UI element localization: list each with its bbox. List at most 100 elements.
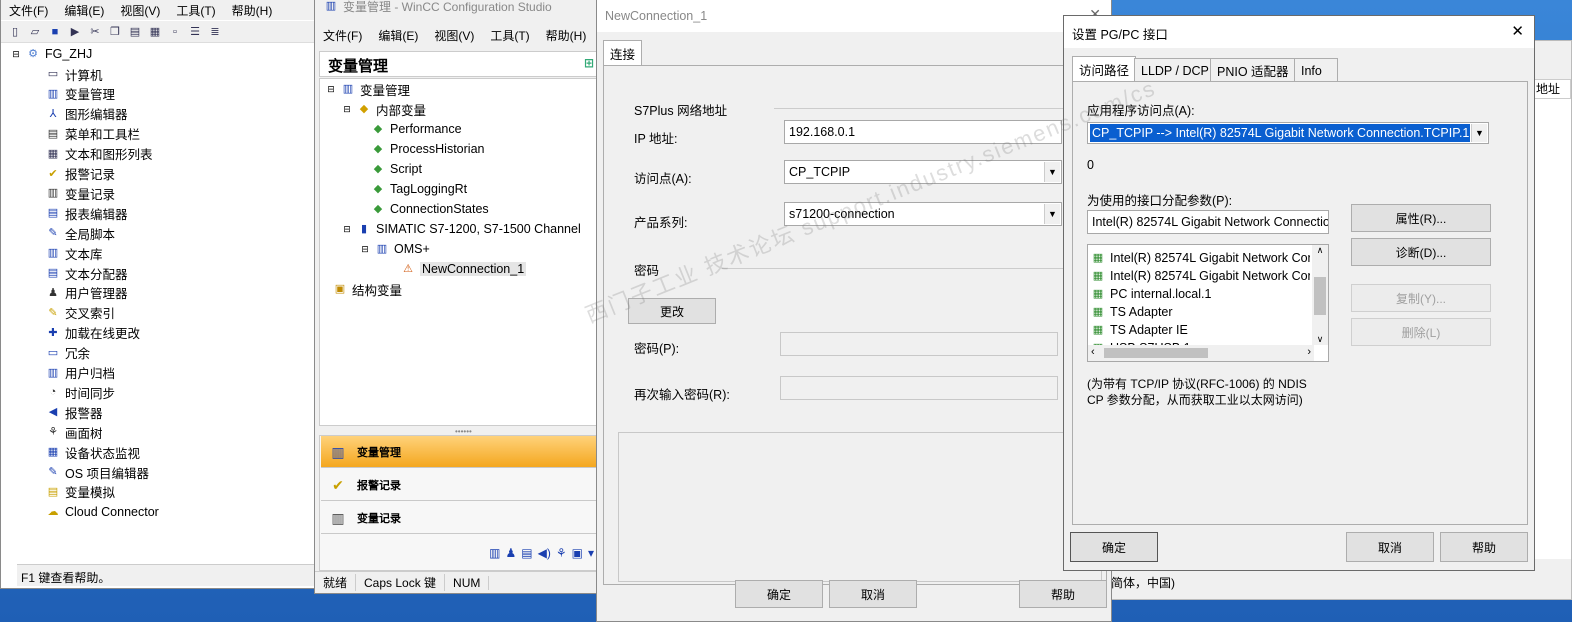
scroll-right-icon[interactable]: › [1307,346,1311,358]
diagnostics-button[interactable]: 诊断(D)... [1351,238,1491,266]
delete-button[interactable]: 删除(L) [1351,318,1491,346]
copy-icon[interactable]: ❐ [107,24,123,40]
ok-button[interactable]: 确定 [1070,532,1158,562]
stop-icon[interactable]: ■ [47,24,63,40]
editor-item[interactable]: ✔ 报警记录 [45,164,115,184]
chevron-down-icon[interactable]: ▼ [1471,124,1487,142]
tree-group-tagloggingrt[interactable]: ◆ TagLoggingRt [370,179,467,199]
tree-driver-s7plus[interactable]: ⊟ ▮ SIMATIC S7-1200, S7-1500 Channel [342,219,581,239]
details-icon[interactable]: ≣ [207,24,223,40]
menu-view[interactable]: 视图(V) [112,2,168,19]
editor-item[interactable]: ▦ 文本和图形列表 [45,144,153,164]
horn-shortcut-icon[interactable]: ◀) [538,546,551,560]
editor-item[interactable]: ▤ 变量模拟 [45,482,115,502]
close-icon[interactable]: ✕ [1511,22,1524,40]
interface-params-field[interactable]: Intel(R) 82574L Gigabit Network Connecti… [1087,210,1329,234]
scroll-down-icon[interactable]: ∨ [1312,334,1328,345]
tree-group-script[interactable]: ◆ Script [370,159,422,179]
new-icon[interactable]: ▯ [7,24,23,40]
paste-icon[interactable]: ▤ [127,24,143,40]
list-item[interactable]: ▦ TS Adapter IE [1090,321,1310,339]
interface-list[interactable]: ▦ Intel(R) 82574L Gigabit Network Connect… [1087,244,1329,362]
change-password-button[interactable]: 更改 [628,298,716,324]
editor-item[interactable]: ▤ 报表编辑器 [45,203,128,223]
editor-item[interactable]: ▥ 变量管理 [45,84,115,104]
tree-structure-tags[interactable]: ▣ 结构变量 [332,279,402,299]
password-confirm-field[interactable] [780,376,1058,400]
help-button[interactable]: 帮助 [1440,532,1528,562]
tree-connection-newconnection[interactable]: ⚠ NewConnection_1 [400,259,527,279]
editor-item[interactable]: ▥ 文本库 [45,243,103,263]
cancel-button[interactable]: 取消 [1346,532,1434,562]
menu-file[interactable]: 文件(F) [1,2,56,19]
nav-alarm-logging[interactable]: ✔ 报警记录 [321,469,599,501]
menu-help[interactable]: 帮助(H) [224,2,281,19]
tab-connection[interactable]: 连接 [603,40,643,66]
picture-shortcut-icon[interactable]: ▣ [572,546,583,560]
editor-item[interactable]: ▦ 设备状态监视 [45,442,140,462]
editor-item[interactable]: ▥ 用户归档 [45,363,115,383]
grid-shortcut-icon[interactable]: ▥ [489,546,500,560]
cs-menu-file[interactable]: 文件(F) [315,27,370,44]
tab-info[interactable]: Info [1294,58,1338,82]
users-shortcut-icon[interactable]: ♟ [506,546,517,560]
cs-menu-tools[interactable]: 工具(T) [482,27,537,44]
editor-item[interactable]: ♟ 用户管理器 [45,283,127,303]
editor-item[interactable]: ◀ 报警器 [45,402,103,422]
scroll-thumb[interactable] [1104,348,1208,358]
cut-icon[interactable]: ✂ [87,24,103,40]
editor-item[interactable]: ▭ 计算机 [45,64,103,84]
cs-menu-help[interactable]: 帮助(H) [538,27,595,44]
ip-address-field[interactable]: 192.168.0.1 [784,120,1062,144]
tab-pnio-adapter[interactable]: PNIO 适配器 [1210,58,1296,82]
password-field[interactable] [780,332,1058,356]
editor-item[interactable]: ☁ Cloud Connector [45,502,159,522]
ok-button[interactable]: 确定 [735,580,823,608]
tree-group-performance[interactable]: ◆ Performance [370,119,462,139]
large-icons-icon[interactable]: ▦ [147,24,163,40]
pin-icon[interactable]: ⊞ [584,56,594,70]
editor-item[interactable]: ▭ 冗余 [45,343,90,363]
tree-unit-oms[interactable]: ⊟ ▥ OMS+ [360,239,430,259]
collapse-icon[interactable]: ⊟ [360,241,370,257]
access-point-select[interactable]: CP_TCPIP ▼ [784,160,1062,184]
project-root[interactable]: ⊟ ⚙ FG_ZHJ [11,44,92,64]
nav-tag-management[interactable]: ▥ 变量管理 [321,436,599,468]
menu-tools[interactable]: 工具(T) [168,2,223,19]
expand-icon[interactable]: ⊟ [11,46,21,62]
tree-tag-management[interactable]: ⊟ ▥ 变量管理 [326,79,410,99]
list-icon[interactable]: ☰ [187,24,203,40]
product-family-select[interactable]: s71200-connection ▼ [784,202,1062,226]
tree-shortcut-icon[interactable]: ⚘ [556,546,567,560]
collapse-icon[interactable]: ⊟ [342,101,352,117]
run-icon[interactable]: ▶ [67,24,83,40]
horizontal-scrollbar[interactable]: ‹ › [1088,345,1314,361]
collapse-icon[interactable]: ⊟ [342,221,352,237]
scroll-up-icon[interactable]: ∧ [1312,245,1328,256]
copy-button[interactable]: 复制(Y)... [1351,284,1491,312]
collapse-icon[interactable]: ⊟ [326,81,336,97]
tree-group-connectionstates[interactable]: ◆ ConnectionStates [370,199,489,219]
editor-item[interactable]: ◔ 时间同步 [45,382,115,402]
help-button[interactable]: 帮助 [1019,580,1107,608]
editor-item[interactable]: ✎ OS 项目编辑器 [45,462,149,482]
editor-item[interactable]: ✚ 加载在线更改 [45,323,140,343]
scroll-left-icon[interactable]: ‹ [1091,346,1095,358]
scroll-thumb[interactable] [1314,277,1326,315]
editor-item[interactable]: ⚘ 画面树 [45,422,102,442]
editor-item[interactable]: ▤ 菜单和工具栏 [45,124,140,144]
editor-item[interactable]: ✎ 交叉索引 [45,303,115,323]
more-shortcut-icon[interactable]: ▾ [588,546,594,560]
nav-tag-logging[interactable]: ▥ 变量记录 [321,502,599,534]
tab-lldp-dcp[interactable]: LLDP / DCP [1134,58,1216,82]
tab-access-path[interactable]: 访问路径 [1072,56,1137,82]
chevron-down-icon[interactable]: ▼ [1044,204,1060,224]
tree-internal-tags[interactable]: ⊟ ◆ 内部变量 [342,99,426,119]
list-item[interactable]: ▦ TS Adapter [1090,303,1310,321]
menu-edit[interactable]: 编辑(E) [56,2,112,19]
cancel-button[interactable]: 取消 [829,580,917,608]
chevron-down-icon[interactable]: ▼ [1044,162,1060,182]
vertical-scrollbar[interactable]: ∧ ∨ [1312,245,1328,345]
editor-item[interactable]: ⅄ 图形编辑器 [45,104,128,124]
cs-menu-edit[interactable]: 编辑(E) [370,27,426,44]
